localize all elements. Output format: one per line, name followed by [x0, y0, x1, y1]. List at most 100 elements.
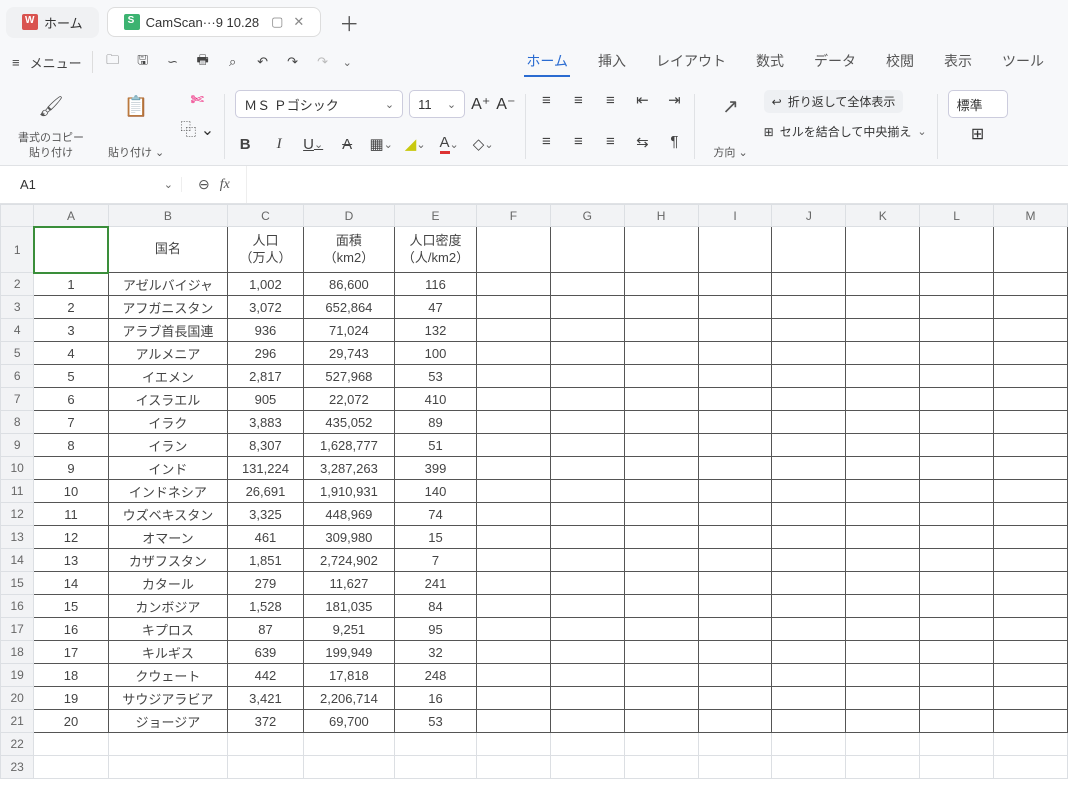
cell[interactable] — [846, 365, 920, 388]
cell[interactable] — [476, 733, 550, 756]
cell[interactable]: 8 — [34, 434, 108, 457]
cell[interactable] — [698, 710, 772, 733]
cell[interactable] — [550, 319, 624, 342]
cell[interactable] — [34, 756, 108, 779]
cell[interactable] — [994, 296, 1068, 319]
cell[interactable] — [846, 342, 920, 365]
cell[interactable] — [846, 434, 920, 457]
cell[interactable]: カンボジア — [108, 595, 227, 618]
cell[interactable] — [624, 618, 698, 641]
ribbon-tab-layout[interactable]: レイアウト — [654, 47, 728, 77]
cell[interactable] — [846, 572, 920, 595]
cell[interactable] — [624, 595, 698, 618]
row-header[interactable]: 23 — [1, 756, 34, 779]
cell[interactable]: ジョージア — [108, 710, 227, 733]
cell[interactable] — [994, 618, 1068, 641]
cell[interactable] — [772, 756, 846, 779]
open-icon[interactable]: 🗀 — [103, 52, 123, 72]
row-header[interactable]: 11 — [1, 480, 34, 503]
cell[interactable]: 32 — [395, 641, 477, 664]
cell[interactable] — [920, 365, 994, 388]
cell[interactable]: 11,627 — [303, 572, 394, 595]
cell[interactable]: 22,072 — [303, 388, 394, 411]
cell[interactable]: 639 — [228, 641, 304, 664]
cell[interactable]: 140 — [395, 480, 477, 503]
cell[interactable]: 399 — [395, 457, 477, 480]
format-painter-icon[interactable]: 🖌 — [37, 92, 65, 120]
font-name-select[interactable]: ＭＳ Ｐゴシック⌄ — [235, 90, 403, 118]
ribbon-tab-view[interactable]: 表示 — [942, 47, 974, 77]
cell[interactable] — [920, 733, 994, 756]
row-header[interactable]: 20 — [1, 687, 34, 710]
cell[interactable]: 131,224 — [228, 457, 304, 480]
cell[interactable] — [624, 526, 698, 549]
cell[interactable] — [228, 756, 304, 779]
cell[interactable] — [476, 388, 550, 411]
cell[interactable] — [476, 595, 550, 618]
cell[interactable] — [920, 273, 994, 296]
cell[interactable]: 3,421 — [228, 687, 304, 710]
cell[interactable]: 17 — [34, 641, 108, 664]
cell[interactable] — [772, 733, 846, 756]
cell[interactable] — [920, 595, 994, 618]
cell[interactable] — [994, 549, 1068, 572]
cell[interactable]: 29,743 — [303, 342, 394, 365]
cell[interactable]: 人口密度（人/km2） — [395, 227, 477, 273]
cell[interactable]: キルギス — [108, 641, 227, 664]
row-header[interactable]: 1 — [1, 227, 34, 273]
cell[interactable] — [698, 733, 772, 756]
cell[interactable] — [994, 710, 1068, 733]
cell[interactable] — [846, 595, 920, 618]
wrap-text-button[interactable]: ↩ 折り返して全体表示 — [764, 90, 904, 113]
cell[interactable]: 3,287,263 — [303, 457, 394, 480]
cell[interactable]: 527,968 — [303, 365, 394, 388]
cell[interactable]: 2,817 — [228, 365, 304, 388]
cell[interactable] — [994, 664, 1068, 687]
highlight-button[interactable]: ◢ ⌄ — [405, 134, 425, 154]
cell[interactable]: 2,724,902 — [303, 549, 394, 572]
cell[interactable] — [624, 342, 698, 365]
cell[interactable]: イラク — [108, 411, 227, 434]
row-header[interactable]: 16 — [1, 595, 34, 618]
cell[interactable] — [846, 388, 920, 411]
cell[interactable] — [34, 733, 108, 756]
cell[interactable] — [624, 480, 698, 503]
indent-inc-icon[interactable]: ⇥ — [664, 90, 684, 110]
cell[interactable] — [994, 411, 1068, 434]
row-header[interactable]: 10 — [1, 457, 34, 480]
cell[interactable]: 18 — [34, 664, 108, 687]
cell[interactable] — [772, 365, 846, 388]
cell[interactable] — [994, 273, 1068, 296]
cell[interactable]: 199,949 — [303, 641, 394, 664]
cell[interactable] — [772, 664, 846, 687]
cell[interactable] — [476, 687, 550, 710]
cell[interactable] — [994, 342, 1068, 365]
app-tab-document[interactable]: CamScan···9 10.28 ▢ ✕ — [107, 7, 322, 37]
cell[interactable] — [624, 503, 698, 526]
align-middle-icon[interactable]: ≡ — [568, 90, 588, 110]
row-header[interactable]: 15 — [1, 572, 34, 595]
cell[interactable] — [920, 296, 994, 319]
cell[interactable]: 372 — [228, 710, 304, 733]
link-icon[interactable]: ∽ — [163, 52, 183, 72]
cell[interactable]: オマーン — [108, 526, 227, 549]
cell[interactable] — [772, 227, 846, 273]
cell[interactable] — [772, 503, 846, 526]
cell[interactable]: 51 — [395, 434, 477, 457]
cell[interactable]: 410 — [395, 388, 477, 411]
row-header[interactable]: 17 — [1, 618, 34, 641]
cell[interactable]: アゼルバイジャ — [108, 273, 227, 296]
cell[interactable] — [994, 733, 1068, 756]
cell[interactable] — [920, 388, 994, 411]
cell[interactable] — [920, 687, 994, 710]
merge-cells-button[interactable]: ⊞ セルを結合して中央揃え ⌄ — [764, 123, 927, 140]
cell[interactable] — [624, 273, 698, 296]
cell[interactable]: サウジアラビア — [108, 687, 227, 710]
cell[interactable]: 435,052 — [303, 411, 394, 434]
name-box-chevron-icon[interactable]: ⌄ — [164, 178, 173, 191]
cell[interactable] — [772, 572, 846, 595]
cell[interactable]: アフガニスタン — [108, 296, 227, 319]
cell[interactable]: ウズベキスタン — [108, 503, 227, 526]
row-header[interactable]: 8 — [1, 411, 34, 434]
cell[interactable]: カザフスタン — [108, 549, 227, 572]
